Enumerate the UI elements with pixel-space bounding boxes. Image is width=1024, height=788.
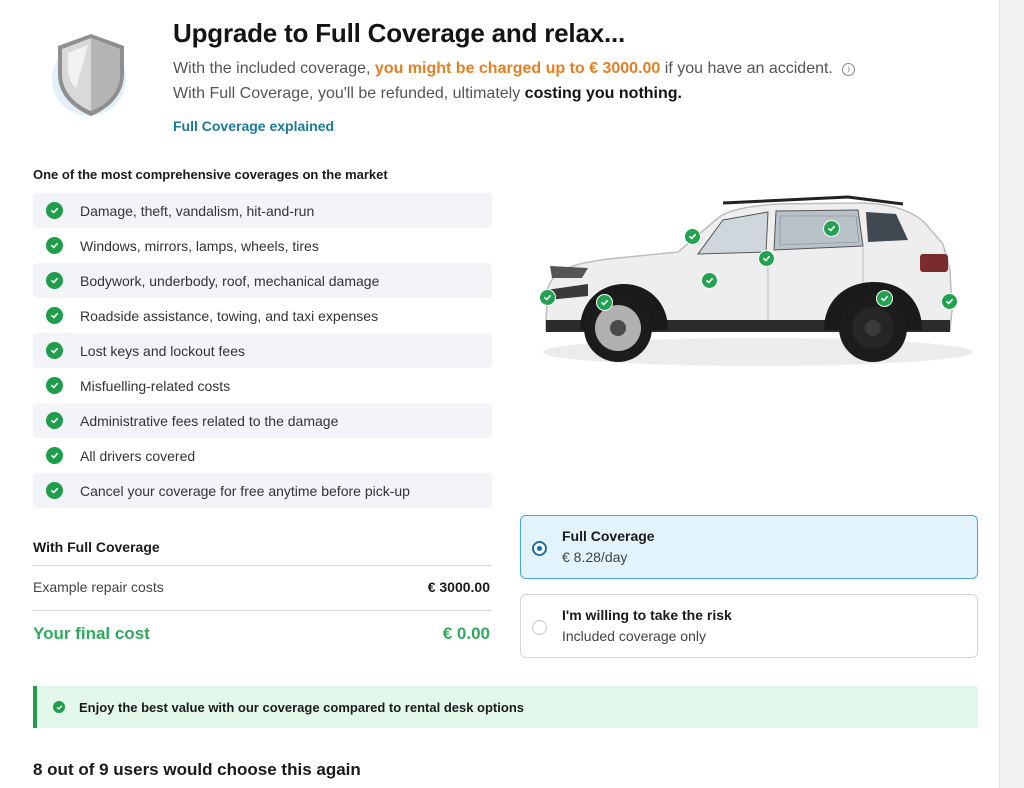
feature-item: Administrative fees related to the damag… bbox=[33, 403, 492, 438]
check-icon bbox=[46, 342, 63, 359]
warning-text-pre: With the included coverage, bbox=[173, 60, 371, 77]
feature-label: Windows, mirrors, lamps, wheels, tires bbox=[80, 237, 319, 254]
refund-line: With Full Coverage, you'll be refunded, … bbox=[173, 85, 682, 103]
banner-text: Enjoy the best value with our coverage c… bbox=[79, 699, 524, 715]
check-marker-icon bbox=[684, 228, 701, 245]
car-image bbox=[518, 170, 978, 400]
refund-text-pre: With Full Coverage, you'll be refunded, … bbox=[173, 85, 521, 102]
check-icon bbox=[46, 272, 63, 289]
charge-amount-highlight: you might be charged up to € 3000.00 bbox=[374, 60, 661, 77]
shield-icon bbox=[48, 28, 134, 118]
check-marker-icon bbox=[758, 250, 775, 267]
option-title: I'm willing to take the risk bbox=[562, 607, 732, 623]
check-marker-icon bbox=[596, 294, 613, 311]
feature-label: Damage, theft, vandalism, hit-and-run bbox=[80, 202, 315, 219]
option-title: Full Coverage bbox=[562, 528, 655, 544]
feature-label: All drivers covered bbox=[80, 447, 196, 464]
option-price: € 8.28/day bbox=[562, 549, 628, 565]
check-icon bbox=[46, 307, 63, 324]
check-marker-icon bbox=[876, 290, 893, 307]
feature-label: Administrative fees related to the damag… bbox=[80, 412, 339, 429]
feature-item: Misfuelling-related costs bbox=[33, 368, 492, 403]
option-full-coverage[interactable]: Full Coverage € 8.28/day bbox=[520, 515, 978, 579]
check-marker-icon bbox=[701, 272, 718, 289]
check-icon bbox=[53, 701, 65, 713]
coverage-warning-line: With the included coverage, you might be… bbox=[173, 60, 856, 78]
radio-button-selected[interactable] bbox=[532, 541, 547, 556]
info-icon[interactable]: i bbox=[842, 63, 856, 76]
warning-text-post: if you have an accident. bbox=[664, 60, 833, 77]
radio-button[interactable] bbox=[532, 620, 547, 635]
divider bbox=[33, 610, 492, 611]
feature-label: Cancel your coverage for free anytime be… bbox=[80, 482, 410, 499]
option-take-the-risk[interactable]: I'm willing to take the risk Included co… bbox=[520, 594, 978, 658]
feature-label: Misfuelling-related costs bbox=[80, 377, 231, 394]
check-icon bbox=[46, 447, 63, 464]
feature-item: Roadside assistance, towing, and taxi ex… bbox=[33, 298, 492, 333]
final-cost-label: Your final cost bbox=[33, 624, 150, 643]
coverage-upsell-page: Upgrade to Full Coverage and relax... Wi… bbox=[0, 0, 1000, 788]
check-marker-icon bbox=[823, 220, 840, 237]
feature-label: Roadside assistance, towing, and taxi ex… bbox=[80, 307, 379, 324]
features-heading: One of the most comprehensive coverages … bbox=[33, 167, 388, 182]
best-value-banner: Enjoy the best value with our coverage c… bbox=[33, 686, 978, 728]
option-subtitle: Included coverage only bbox=[562, 628, 706, 644]
check-marker-icon bbox=[941, 293, 958, 310]
check-icon bbox=[46, 237, 63, 254]
repair-cost-label: Example repair costs bbox=[33, 579, 164, 595]
check-icon bbox=[46, 377, 63, 394]
refund-text-bold: costing you nothing. bbox=[524, 85, 682, 102]
feature-item: Windows, mirrors, lamps, wheels, tires bbox=[33, 228, 492, 263]
check-marker-icon bbox=[539, 289, 556, 306]
features-list: Damage, theft, vandalism, hit-and-run Wi… bbox=[33, 193, 492, 508]
car-illustration bbox=[543, 195, 973, 366]
summary-heading: With Full Coverage bbox=[33, 539, 160, 555]
feature-item: Bodywork, underbody, roof, mechanical da… bbox=[33, 263, 492, 298]
feature-item: Damage, theft, vandalism, hit-and-run bbox=[33, 193, 492, 228]
check-icon bbox=[46, 482, 63, 499]
check-icon bbox=[46, 412, 63, 429]
page-title: Upgrade to Full Coverage and relax... bbox=[173, 18, 626, 48]
feature-item: Lost keys and lockout fees bbox=[33, 333, 492, 368]
final-cost-value: € 0.00 bbox=[442, 624, 490, 643]
feature-item: All drivers covered bbox=[33, 438, 492, 473]
social-proof-heading: 8 out of 9 users would choose this again bbox=[33, 760, 361, 779]
feature-label: Bodywork, underbody, roof, mechanical da… bbox=[80, 272, 380, 289]
check-icon bbox=[46, 202, 63, 219]
repair-cost-value: € 3000.00 bbox=[427, 579, 490, 595]
full-coverage-explained-link[interactable]: Full Coverage explained bbox=[173, 118, 334, 134]
divider bbox=[33, 565, 492, 566]
feature-label: Lost keys and lockout fees bbox=[80, 342, 245, 359]
feature-item: Cancel your coverage for free anytime be… bbox=[33, 473, 492, 508]
